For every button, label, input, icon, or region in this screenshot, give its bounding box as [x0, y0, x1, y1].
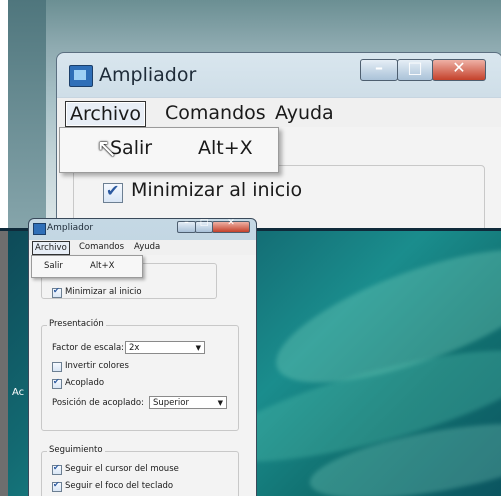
- magnified-menu-comandos[interactable]: Comandos: [161, 101, 270, 125]
- magnified-salir-shortcut: Alt+X: [198, 137, 253, 159]
- chevron-down-icon: ▼: [195, 344, 201, 352]
- magnified-maximize-button[interactable]: □: [397, 58, 433, 81]
- invert-label: Invertir colores: [65, 361, 129, 371]
- magnified-window: Ampliador – □ ✕ Archivo Comandos Ayuda M…: [56, 52, 501, 230]
- window-app-icon: [33, 223, 46, 235]
- menu-ayuda[interactable]: Ayuda: [132, 241, 162, 253]
- menubar: Archivo Comandos Ayuda: [29, 240, 256, 255]
- magnified-title: Ampliador: [99, 64, 197, 86]
- screen: Ampliador – □ ✕ Archivo Comandos Ayuda M…: [0, 0, 501, 496]
- magnifier-window: Ampliador – □ ✕ Archivo Comandos Ayuda S…: [28, 218, 257, 496]
- dock-position-select[interactable]: Superior ▼: [149, 396, 227, 409]
- docked-label: Acoplado: [65, 378, 105, 388]
- follow-mouse-label: Seguir el cursor del mouse: [65, 464, 179, 474]
- magnified-body: Minimizar al inicio Salir Alt+X: [57, 127, 501, 230]
- presentacion-title: Presentación: [47, 319, 106, 329]
- window-title: Ampliador: [47, 223, 94, 233]
- magnified-menu-ayuda[interactable]: Ayuda: [271, 101, 338, 125]
- invert-checkbox[interactable]: [52, 362, 62, 372]
- close-button[interactable]: ✕: [212, 219, 250, 233]
- magnified-minimize-label: Minimizar al inicio: [131, 179, 303, 201]
- scale-label: Factor de escala:: [52, 343, 125, 353]
- follow-keyboard-checkbox[interactable]: [52, 480, 62, 492]
- menu-archivo[interactable]: Archivo: [32, 241, 70, 255]
- maximize-button[interactable]: □: [195, 219, 213, 233]
- docked-checkbox[interactable]: [52, 377, 62, 389]
- magnified-close-button[interactable]: ✕: [432, 58, 486, 81]
- salir-shortcut: Alt+X: [90, 261, 115, 271]
- menu-item-salir[interactable]: Salir: [44, 261, 63, 271]
- magnifier-view: Ampliador – □ ✕ Archivo Comandos Ayuda M…: [8, 0, 501, 230]
- magnified-menu-archivo[interactable]: Archivo: [65, 101, 147, 127]
- magnified-minimize-checkbox[interactable]: [103, 181, 123, 203]
- menu-comandos[interactable]: Comandos: [77, 241, 126, 253]
- magnified-menubar: Archivo Comandos Ayuda: [57, 97, 501, 128]
- scale-select[interactable]: 2x ▼: [125, 341, 205, 354]
- glass-edge: [8, 0, 46, 230]
- magnified-file-dropdown: Salir Alt+X: [59, 127, 279, 173]
- dock-position-label: Posición de acoplado:: [52, 398, 144, 408]
- desktop-icon-label[interactable]: Ac: [12, 387, 24, 398]
- file-dropdown: Salir Alt+X: [31, 255, 143, 278]
- minimize-checkbox[interactable]: [52, 286, 62, 298]
- desktop-edge: [0, 231, 8, 496]
- mouse-cursor-icon: ↖: [96, 134, 118, 164]
- window-body: Salir Alt+X Minimizar al inicio Presenta…: [29, 255, 256, 496]
- chevron-down-icon: ▼: [217, 399, 223, 407]
- minimize-label: Minimizar al inicio: [65, 287, 142, 297]
- seguimiento-title: Seguimiento: [47, 445, 105, 455]
- magnified-minimize-button[interactable]: –: [360, 58, 398, 81]
- follow-keyboard-label: Seguir el foco del teclado: [65, 481, 174, 491]
- follow-mouse-checkbox[interactable]: [52, 463, 62, 475]
- minimize-button[interactable]: –: [177, 219, 196, 233]
